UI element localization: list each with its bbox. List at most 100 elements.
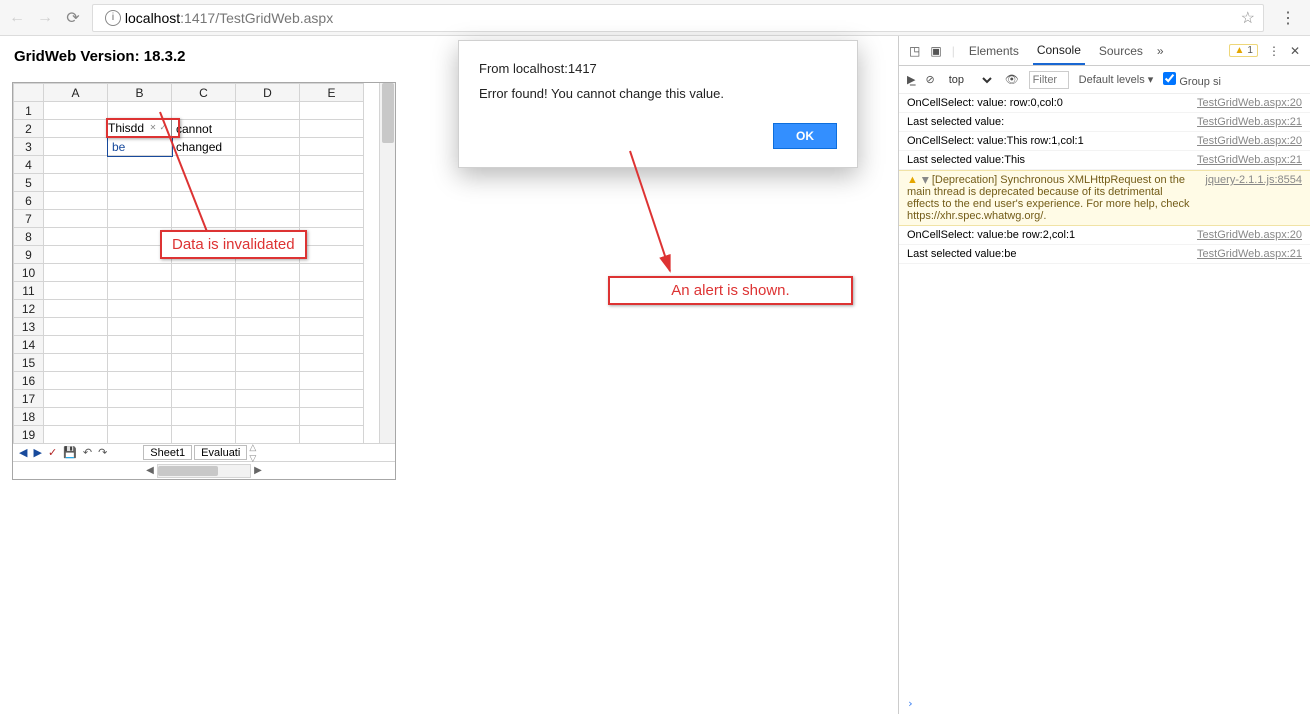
cell[interactable] — [172, 174, 236, 192]
console-log-source[interactable]: TestGridWeb.aspx:20 — [1197, 97, 1302, 109]
row-header[interactable]: 4 — [14, 156, 44, 174]
cell[interactable] — [236, 210, 300, 228]
console-log-entry[interactable]: OnCellSelect: value:be row:2,col:1TestGr… — [899, 226, 1310, 245]
cell[interactable] — [44, 354, 108, 372]
col-header-D[interactable]: D — [236, 84, 300, 102]
device-toggle-icon[interactable]: ▣ — [930, 44, 941, 58]
context-select[interactable]: top — [945, 73, 995, 87]
expand-icon[interactable]: ▶ — [920, 177, 931, 184]
submit-icon[interactable]: ✓ — [48, 446, 57, 459]
row-header[interactable]: 17 — [14, 390, 44, 408]
devtools-close-icon[interactable]: ✕ — [1290, 44, 1300, 58]
cell[interactable] — [300, 390, 364, 408]
cell[interactable] — [300, 120, 364, 138]
tab-elements[interactable]: Elements — [965, 36, 1023, 65]
cell[interactable] — [44, 120, 108, 138]
next-page-icon[interactable]: ▶ — [33, 446, 41, 459]
site-info-icon[interactable]: i — [105, 10, 121, 26]
hscroll-thumb[interactable] — [158, 466, 218, 476]
cell[interactable] — [300, 336, 364, 354]
sheet-tab-sheet1[interactable]: Sheet1 — [143, 445, 192, 460]
console-filter-input[interactable] — [1029, 71, 1069, 89]
redo-icon[interactable]: ↷ — [98, 446, 107, 459]
cell[interactable] — [300, 354, 364, 372]
cell[interactable] — [300, 138, 364, 156]
col-header-C[interactable]: C — [172, 84, 236, 102]
cell[interactable] — [300, 210, 364, 228]
row-header[interactable]: 19 — [14, 426, 44, 444]
console-log-entry[interactable]: OnCellSelect: value: row:0,col:0TestGrid… — [899, 94, 1310, 113]
row-header[interactable]: 14 — [14, 336, 44, 354]
row-header[interactable]: 10 — [14, 264, 44, 282]
cell[interactable] — [108, 318, 172, 336]
cell[interactable] — [44, 174, 108, 192]
cell[interactable] — [108, 102, 172, 120]
cell[interactable] — [236, 264, 300, 282]
cell[interactable] — [44, 282, 108, 300]
sheet-tab-scroll-icon[interactable]: △▽ — [249, 442, 256, 464]
cell-C3[interactable]: changed — [172, 138, 236, 156]
cell[interactable] — [44, 192, 108, 210]
cell[interactable] — [44, 246, 108, 264]
console-log-source[interactable]: jquery-2.1.1.js:8554 — [1205, 174, 1302, 222]
devtools-settings-icon[interactable]: ⋮ — [1268, 44, 1280, 58]
cell[interactable] — [300, 318, 364, 336]
cell[interactable] — [236, 102, 300, 120]
row-header[interactable]: 8 — [14, 228, 44, 246]
cell[interactable] — [108, 192, 172, 210]
cell-B2-editing[interactable]: ✕ ✓ — [108, 120, 172, 138]
row-header[interactable]: 9 — [14, 246, 44, 264]
cell[interactable] — [300, 156, 364, 174]
cell[interactable] — [236, 318, 300, 336]
console-log-entry[interactable]: OnCellSelect: value:This row:1,col:1Test… — [899, 132, 1310, 151]
more-tabs-icon[interactable]: » — [1157, 44, 1164, 58]
cell[interactable] — [108, 210, 172, 228]
console-log-entry[interactable]: Last selected value:TestGridWeb.aspx:21 — [899, 113, 1310, 132]
cell[interactable] — [108, 408, 172, 426]
cell[interactable] — [300, 192, 364, 210]
cell[interactable] — [236, 408, 300, 426]
grid-horizontal-scrollbar[interactable]: ◀ ▶ — [13, 462, 395, 479]
cell[interactable] — [172, 264, 236, 282]
row-header[interactable]: 13 — [14, 318, 44, 336]
cell[interactable] — [172, 300, 236, 318]
save-icon[interactable]: 💾 — [63, 446, 77, 459]
console-sidebar-icon[interactable]: ▶̲ — [907, 73, 915, 86]
row-header[interactable]: 6 — [14, 192, 44, 210]
cell[interactable] — [300, 174, 364, 192]
grid-vertical-scrollbar[interactable] — [379, 83, 395, 443]
cell[interactable] — [172, 408, 236, 426]
col-header-A[interactable]: A — [44, 84, 108, 102]
cell[interactable] — [44, 264, 108, 282]
cell-B3[interactable]: be — [108, 138, 172, 156]
cell[interactable] — [236, 300, 300, 318]
cell[interactable] — [108, 372, 172, 390]
cell[interactable] — [172, 336, 236, 354]
cell[interactable] — [236, 156, 300, 174]
cell[interactable] — [44, 318, 108, 336]
cell[interactable] — [172, 354, 236, 372]
cell[interactable] — [172, 156, 236, 174]
cell[interactable] — [108, 156, 172, 174]
cell[interactable] — [108, 282, 172, 300]
hscroll-left-icon[interactable]: ◀ — [143, 465, 157, 476]
console-log-entry[interactable]: ▲▶[Deprecation] Synchronous XMLHttpReque… — [899, 170, 1310, 226]
cell[interactable] — [108, 336, 172, 354]
cell[interactable] — [236, 426, 300, 444]
row-header[interactable]: 5 — [14, 174, 44, 192]
corner-header[interactable] — [14, 84, 44, 102]
console-log-entry[interactable]: Last selected value:beTestGridWeb.aspx:2… — [899, 245, 1310, 264]
group-similar-checkbox[interactable]: Group si — [1163, 72, 1221, 88]
cell[interactable] — [108, 426, 172, 444]
eye-icon[interactable]: 👁 — [1005, 73, 1019, 86]
cell-editor-input[interactable] — [108, 121, 148, 135]
cell[interactable] — [300, 300, 364, 318]
cell[interactable] — [44, 138, 108, 156]
cell[interactable] — [108, 174, 172, 192]
cell[interactable] — [300, 372, 364, 390]
bookmark-icon[interactable]: ☆ — [1241, 8, 1255, 28]
row-header[interactable]: 15 — [14, 354, 44, 372]
cell[interactable] — [44, 210, 108, 228]
cell[interactable] — [300, 282, 364, 300]
cell[interactable] — [172, 390, 236, 408]
